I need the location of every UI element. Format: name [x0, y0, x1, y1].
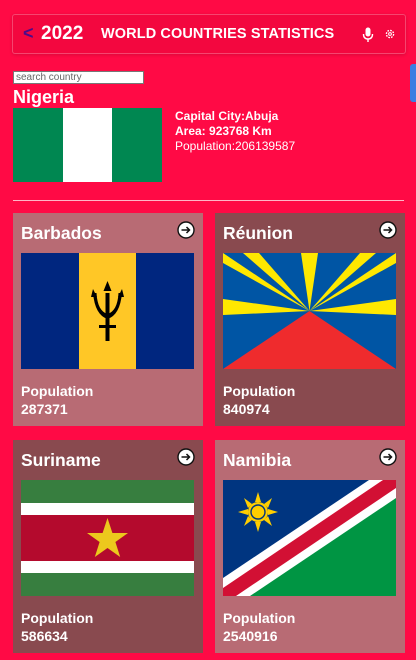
country-card-barbados[interactable]: Barbados Population 287371 [13, 213, 203, 426]
selected-country-name: Nigeria [13, 87, 75, 107]
arrow-right-circle-icon[interactable] [177, 221, 195, 239]
arrow-right-circle-icon[interactable] [379, 221, 397, 239]
population-value: 287371 [21, 401, 68, 417]
nigeria-flag [13, 108, 163, 182]
country-card-namibia[interactable]: Namibia Population 2540916 [215, 440, 405, 653]
app-header: < 2022 WORLD COUNTRIES STATISTICS [12, 14, 406, 54]
selected-country-info: Capital City:Abuja Area: 923768 Km Popul… [175, 109, 295, 154]
population-value: 586634 [21, 628, 68, 644]
search-input[interactable] [13, 71, 144, 84]
country-card-reunion[interactable]: Réunion Population 840974 [215, 213, 405, 426]
population-label: Population [21, 610, 94, 626]
population-value: 2540916 [223, 628, 278, 644]
arrow-right-circle-icon[interactable] [379, 448, 397, 466]
gear-icon[interactable] [384, 27, 396, 41]
chevron-left-icon[interactable]: < [23, 23, 34, 44]
population-label: Population [223, 610, 296, 626]
reunion-flag [223, 253, 396, 369]
barbados-flag [21, 253, 194, 369]
population-label: Population [223, 383, 296, 399]
card-country-name: Barbados [21, 223, 102, 243]
area: Area: 923768 Km [175, 124, 272, 138]
scrollbar-thumb[interactable] [410, 64, 416, 102]
population: Population:206139587 [175, 139, 296, 153]
divider [13, 200, 404, 201]
population-value: 840974 [223, 401, 270, 417]
card-country-name: Réunion [223, 223, 293, 243]
arrow-right-circle-icon[interactable] [177, 448, 195, 466]
suriname-flag [21, 480, 194, 596]
namibia-flag [223, 480, 396, 596]
card-country-name: Namibia [223, 450, 292, 470]
country-card-suriname[interactable]: Suriname Population 586634 [13, 440, 203, 653]
microphone-icon[interactable] [362, 27, 374, 43]
population-label: Population [21, 383, 94, 399]
year-label: 2022 [41, 23, 84, 44]
capital-city: Capital City:Abuja [175, 109, 279, 123]
card-country-name: Suriname [21, 450, 101, 470]
app-title: WORLD COUNTRIES STATISTICS [101, 26, 335, 42]
